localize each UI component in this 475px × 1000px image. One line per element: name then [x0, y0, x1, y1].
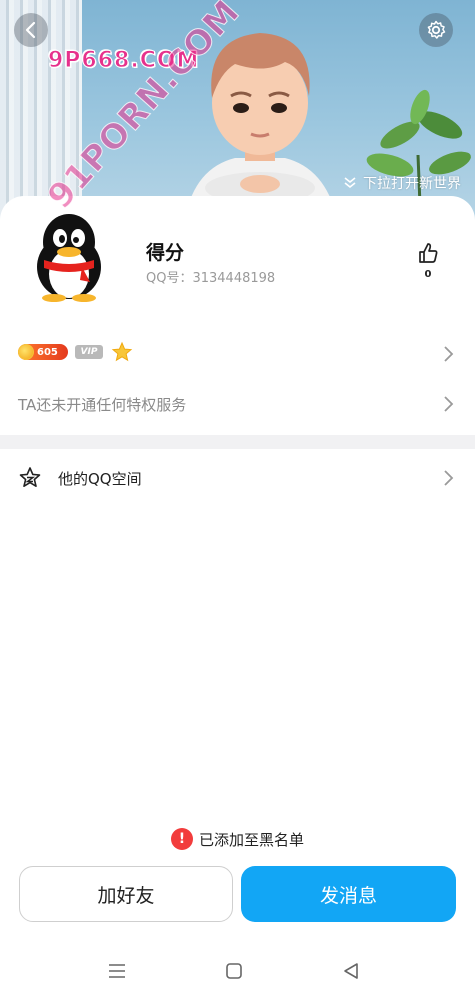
privilege-text: TA还未开通任何特权服务	[18, 396, 187, 414]
coin-icon	[18, 344, 34, 360]
send-message-button[interactable]: 发消息	[241, 866, 456, 922]
star-icon	[111, 341, 133, 362]
add-friend-button[interactable]: 加好友	[19, 866, 233, 922]
back-icon	[25, 21, 36, 39]
menu-icon[interactable]	[107, 961, 127, 981]
chevron-right-icon	[444, 346, 454, 362]
like-count: 0	[424, 269, 432, 280]
avatar[interactable]	[32, 212, 106, 302]
back-triangle-icon[interactable]	[341, 961, 361, 981]
vip-badge: VIP	[75, 345, 103, 359]
warning-icon: !	[170, 828, 193, 850]
home-square-icon[interactable]	[224, 961, 244, 981]
level-coin-badge: 605	[18, 344, 68, 360]
qzone-star-icon	[19, 467, 41, 487]
settings-icon	[427, 20, 446, 39]
pull-down-hint[interactable]: 下拉打开新世界	[343, 173, 461, 193]
section-divider	[0, 435, 475, 449]
coin-level: 605	[37, 346, 58, 358]
system-nav-bar	[0, 955, 475, 985]
privilege-row[interactable]: TA还未开通任何特权服务	[0, 384, 475, 424]
settings-button[interactable]	[419, 13, 453, 47]
qq-number: QQ号：3134448198	[146, 271, 276, 286]
qzone-label: 他的QQ空间	[58, 470, 142, 488]
like-button[interactable]: 0	[413, 242, 443, 280]
chevron-right-icon	[444, 470, 454, 486]
blacklist-notice: ! 已添加至黑名单	[0, 828, 475, 850]
chevron-right-icon	[444, 396, 454, 412]
badge-row[interactable]: 605 VIP	[0, 334, 475, 374]
chevron-down-double-icon	[344, 177, 356, 189]
thumbs-up-icon	[419, 243, 438, 263]
blacklist-text: 已添加至黑名单	[198, 830, 304, 849]
nickname: 得分	[146, 242, 185, 264]
pull-hint-text: 下拉打开新世界	[363, 176, 461, 192]
qzone-row[interactable]: 他的QQ空间	[0, 458, 475, 498]
back-button[interactable]	[14, 13, 48, 47]
